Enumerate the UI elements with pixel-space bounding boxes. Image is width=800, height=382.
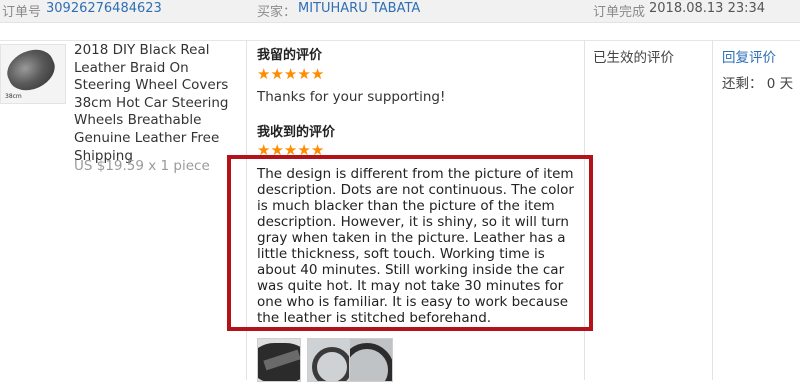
order-number-link[interactable]: 30926276484623 [46, 1, 162, 16]
leather-wrap-photo[interactable] [257, 338, 301, 382]
received-review-text: The design is different from the picture… [257, 166, 574, 326]
star-icon: ★ [297, 65, 311, 83]
star-icon: ★ [283, 65, 298, 83]
product-thumbnail[interactable]: 38cm [0, 42, 66, 104]
car-interior-photo[interactable] [307, 338, 351, 382]
my-review-star-rating: ★★★★★ [257, 66, 324, 82]
reply-review-link[interactable]: 回复评价 [722, 46, 776, 66]
thumbnail-caption: 38cm [5, 93, 22, 100]
my-review-heading: 我留的评价 [257, 48, 323, 63]
row-divider [0, 40, 800, 41]
steering-wheel-cover-image [1, 42, 61, 98]
buyer-name-link[interactable]: MITUHARU TABATA [298, 1, 420, 16]
review-status: 已生效的评价 [593, 50, 674, 66]
received-review-heading: 我收到的评价 [257, 125, 336, 140]
buyer-label: 买家： [257, 5, 297, 20]
order-header: 订单号 30926276484623 买家： MITUHARU TABATA 订… [0, 0, 800, 23]
order-number-label: 订单号 [2, 5, 42, 20]
star-icon: ★ [257, 65, 271, 83]
product-title[interactable]: 2018 DIY Black Real Leather Braid On Ste… [74, 42, 244, 165]
my-review-text: Thanks for your supporting! [257, 89, 446, 105]
order-completed-label: 订单完成 [593, 5, 646, 20]
star-icon: ★ [270, 65, 284, 83]
remaining-days: 还剩： 0 天 [722, 76, 794, 92]
column-divider [712, 40, 713, 380]
order-completed-time: 2018.08.13 23:34 [649, 1, 766, 16]
star-icon: ★ [310, 65, 325, 83]
product-price: US $19.59 x 1 piece [74, 158, 210, 174]
steering-wheel-photo[interactable] [349, 338, 393, 382]
